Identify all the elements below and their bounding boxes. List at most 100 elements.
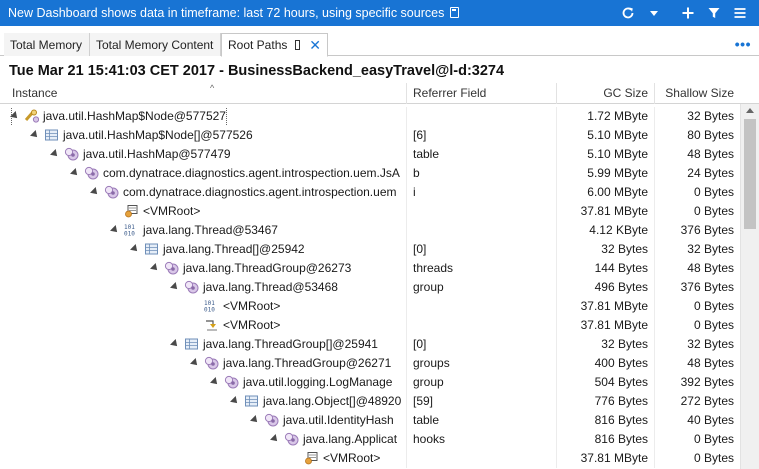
tab-total-memory[interactable]: Total Memory — [4, 33, 90, 56]
instance-name: java.util.HashMap$Node@577527 — [43, 109, 226, 123]
shallow-size-cell: 40 Bytes — [654, 411, 740, 430]
table-row[interactable]: com.dynatrace.diagnostics.agent.introspe… — [0, 164, 740, 183]
object-instance-icon — [184, 280, 203, 294]
tab-label: Root Paths — [228, 38, 288, 52]
vertical-scrollbar[interactable] — [740, 104, 759, 469]
more-options-icon[interactable]: ••• — [735, 36, 751, 52]
gc-size-cell: 37.81 MByte — [556, 297, 654, 316]
expand-toggle-icon[interactable] — [150, 263, 160, 273]
table-row[interactable]: java.util.logging.LogManage group 504 Byte… — [0, 373, 740, 392]
expand-toggle-icon[interactable] — [270, 434, 280, 444]
vmroot-icon — [124, 204, 143, 218]
tab-total-memory-content[interactable]: Total Memory Content — [90, 33, 221, 56]
referrer-field-cell — [406, 107, 556, 126]
filter-icon[interactable] — [701, 0, 727, 26]
referrer-field-cell: group — [406, 278, 556, 297]
instance-cell: com.dynatrace.diagnostics.agent.introspe… — [0, 164, 406, 183]
tab-root-paths[interactable]: Root Paths ✕ — [221, 33, 328, 57]
instance-name: java.util.IdentityHash — [283, 413, 394, 427]
scrollbar-thumb[interactable] — [744, 119, 756, 229]
gc-size-cell: 5.10 MByte — [556, 126, 654, 145]
instance-cell: java.util.logging.LogManage — [0, 373, 406, 392]
menu-icon[interactable] — [727, 0, 753, 26]
instance-cell: 101 010 <VMRoot> — [0, 297, 406, 316]
instance-name: java.lang.ThreadGroup[]@25941 — [203, 337, 378, 351]
shallow-size-cell: 0 Bytes — [654, 202, 740, 221]
column-header-instance[interactable]: Instance ^ — [6, 83, 406, 104]
instance-name: com.dynatrace.diagnostics.agent.introspe… — [123, 185, 397, 199]
shallow-size-cell: 80 Bytes — [654, 126, 740, 145]
referrer-field-cell: [0] — [406, 335, 556, 354]
table-row[interactable]: java.util.HashMap@577479 table 5.10 MByte 4… — [0, 145, 740, 164]
dashboard-header: New Dashboard shows data in timeframe: l… — [0, 0, 759, 26]
shallow-size-cell: 392 Bytes — [654, 373, 740, 392]
instance-name: <VMRoot> — [223, 318, 281, 332]
instance-cell: <VMRoot> — [0, 202, 406, 221]
expand-toggle-icon[interactable] — [10, 111, 20, 121]
scroll-up-icon[interactable] — [746, 108, 754, 113]
tab-label: Total Memory Content — [96, 37, 214, 52]
table-row[interactable]: java.lang.Object[]@48920 [59] 776 Bytes 272… — [0, 392, 740, 411]
expand-toggle-icon[interactable] — [190, 358, 200, 368]
gc-size-cell: 5.99 MByte — [556, 164, 654, 183]
expand-toggle-icon[interactable] — [250, 415, 260, 425]
timeframe-banner: New Dashboard shows data in timeframe: l… — [0, 6, 460, 20]
table-row[interactable]: <VMRoot> 37.81 MByte 0 Bytes — [0, 202, 740, 221]
instance-name: java.lang.ThreadGroup@26273 — [183, 261, 352, 275]
shallow-size-cell: 0 Bytes — [654, 449, 740, 468]
expand-toggle-icon[interactable] — [30, 130, 40, 140]
table-row[interactable]: java.lang.Thread@53468 group 496 Bytes 376 … — [0, 278, 740, 297]
column-header-referrer[interactable]: Referrer Field — [406, 83, 556, 104]
instance-cell: java.lang.Applicat — [0, 430, 406, 449]
table-row[interactable]: java.util.HashMap$Node[]@577526 [6] 5.10 M… — [0, 126, 740, 145]
expand-toggle-icon[interactable] — [110, 225, 120, 235]
table-row[interactable]: java.lang.Applicat hooks 816 Bytes 0 Bytes — [0, 430, 740, 449]
column-header-gc-size[interactable]: GC Size — [556, 83, 654, 104]
expand-toggle-icon[interactable] — [130, 244, 140, 254]
expand-toggle-icon[interactable] — [90, 187, 100, 197]
instance-name: java.lang.Thread[]@25942 — [163, 242, 305, 256]
object-instance-icon — [224, 375, 243, 389]
instance-cell: com.dynatrace.diagnostics.agent.introspe… — [0, 183, 406, 202]
expand-toggle-icon[interactable] — [50, 149, 60, 159]
array-instance-icon — [144, 242, 163, 256]
calculator-icon[interactable] — [450, 7, 460, 18]
shallow-size-cell: 32 Bytes — [654, 335, 740, 354]
table-row[interactable]: java.lang.ThreadGroup[]@25941 [0] 32 Bytes… — [0, 335, 740, 354]
instance-cell: java.lang.ThreadGroup@26273 — [0, 259, 406, 278]
table-row[interactable]: java.lang.ThreadGroup@26271 groups 400 Byt… — [0, 354, 740, 373]
table-row[interactable]: java.util.IdentityHash table 816 Bytes 40 B… — [0, 411, 740, 430]
instance-name: com.dynatrace.diagnostics.agent.introspe… — [103, 166, 400, 180]
gc-size-cell: 816 Bytes — [556, 430, 654, 449]
table-row[interactable]: <VMRoot> 37.81 MByte 0 Bytes — [0, 316, 740, 335]
referrer-field-cell: b — [406, 164, 556, 183]
table-row[interactable]: java.lang.ThreadGroup@26273 threads 144 By… — [0, 259, 740, 278]
column-header-shallow-size[interactable]: Shallow Size — [654, 83, 740, 104]
table-row[interactable]: <VMRoot> 37.81 MByte 0 Bytes — [0, 449, 740, 468]
gc-size-cell: 816 Bytes — [556, 411, 654, 430]
expand-toggle-icon[interactable] — [170, 282, 180, 292]
table-row[interactable]: 101 010 java.lang.Thread@53467 4.12 KByte 37… — [0, 221, 740, 240]
plus-icon[interactable] — [675, 0, 701, 26]
refresh-icon[interactable] — [615, 0, 641, 26]
instance-name: java.lang.Thread@53467 — [143, 223, 278, 237]
table-row[interactable]: java.lang.Thread[]@25942 [0] 32 Bytes 32 By… — [0, 240, 740, 259]
shallow-size-cell: 272 Bytes — [654, 392, 740, 411]
expand-toggle-icon[interactable] — [70, 168, 80, 178]
expand-toggle-icon[interactable] — [210, 377, 220, 387]
table-row[interactable]: 101 010 <VMRoot> 37.81 MByte 0 Bytes — [0, 297, 740, 316]
chevron-down-icon[interactable] — [641, 0, 667, 26]
gc-size-cell: 504 Bytes — [556, 373, 654, 392]
thread-binary-icon: 101 010 — [124, 223, 143, 237]
shallow-size-cell: 48 Bytes — [654, 354, 740, 373]
instance-name: <VMRoot> — [223, 299, 281, 313]
table-row[interactable]: com.dynatrace.diagnostics.agent.introspe… — [0, 183, 740, 202]
table-row[interactable]: java.util.HashMap$Node@577527 1.72 MByte 3… — [0, 107, 740, 126]
object-instance-icon — [264, 413, 283, 427]
svg-text:010: 010 — [204, 307, 215, 314]
object-instance-icon — [84, 166, 103, 180]
close-icon[interactable]: ✕ — [309, 37, 321, 54]
gc-size-cell: 1.72 MByte — [556, 107, 654, 126]
expand-toggle-icon[interactable] — [230, 396, 240, 406]
expand-toggle-icon[interactable] — [170, 339, 180, 349]
